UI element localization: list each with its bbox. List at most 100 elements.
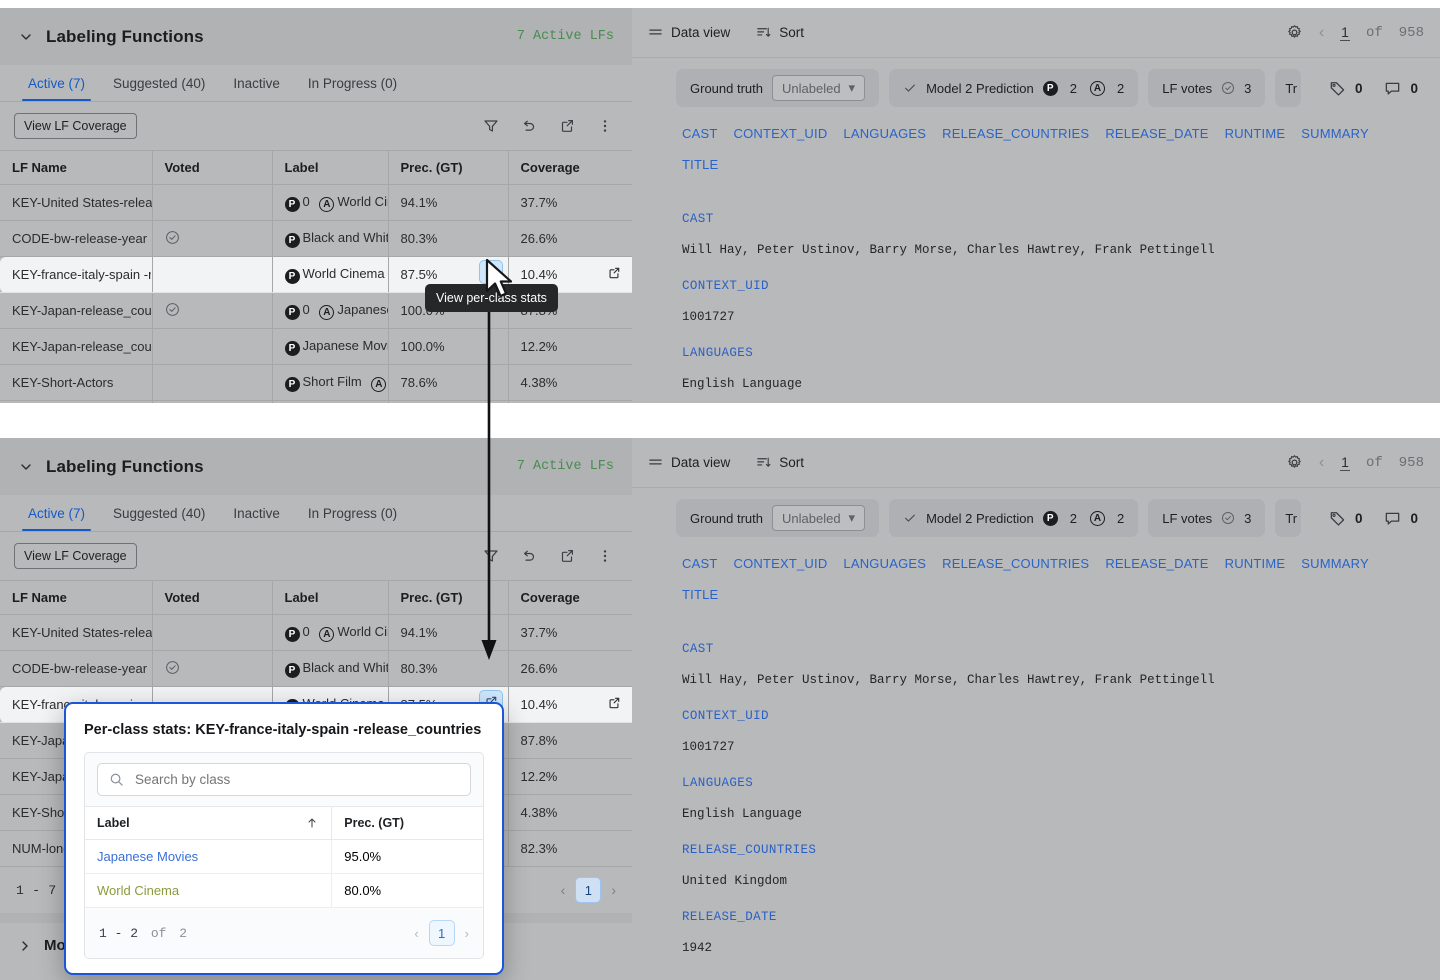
truncated-chip[interactable]: Tr [1275,69,1302,107]
field-tab-release-date[interactable]: RELEASE_DATE [1105,126,1208,141]
field-tab-languages-2[interactable]: LANGUAGES [843,556,926,571]
field-tab-languages[interactable]: LANGUAGES [843,126,926,141]
field-tab-runtime[interactable]: RUNTIME [1225,126,1286,141]
popup-page-number-1[interactable]: 1 [428,920,455,946]
truncated-chip-2[interactable]: Tr [1275,499,1302,537]
search-by-class-field[interactable] [97,763,471,796]
popup-col-prec[interactable]: Prec. (GT) [331,806,483,840]
chevron-left-icon[interactable]: ‹ [561,882,566,898]
view-lf-coverage-button-2[interactable]: View LF Coverage [14,543,137,569]
table-row[interactable]: KEY-Short-Actors PShort Film A 78.6% 4.3… [0,364,632,401]
page-current-2[interactable]: 1 [1340,454,1350,471]
ground-truth-select-2[interactable]: Unlabeled ▾ [772,505,866,531]
tag-stat-2[interactable]: 0 [1329,510,1362,527]
field-value-context-uid-2: 1001727 [682,740,735,754]
tab-inactive[interactable]: Inactive [219,76,294,101]
view-lf-coverage-button[interactable]: View LF Coverage [14,113,137,139]
field-tab-cast-2[interactable]: CAST [682,556,717,571]
comment-stat-2[interactable]: 0 [1384,510,1418,527]
field-tab-release-countries-2[interactable]: RELEASE_COUNTRIES [942,556,1089,571]
col-label[interactable]: Label [272,580,389,615]
field-tab-title-2[interactable]: TITLE [682,587,718,602]
lf-votes-chip[interactable]: LF votes 3 [1148,69,1266,107]
tab-in-progress[interactable]: In Progress (0) [294,76,411,101]
table-row[interactable]: KEY-Japan-release_coun PJapanese Movie 1… [0,328,632,365]
popup-col-label[interactable]: Label [85,806,333,840]
page-current[interactable]: 1 [1340,24,1350,41]
field-tab-cast[interactable]: CAST [682,126,717,141]
chevron-down-icon[interactable] [18,459,34,475]
ground-truth-select[interactable]: Unlabeled ▾ [772,75,866,101]
search-input[interactable] [133,771,459,788]
model-prediction-chip[interactable]: Model 2 Prediction P 2 A 2 [889,69,1139,107]
col-coverage[interactable]: Coverage [508,580,632,615]
list-item[interactable]: Japanese Movies 95.0% [85,839,483,874]
field-tab-title[interactable]: TITLE [682,157,718,172]
chevron-right-icon[interactable]: › [611,882,616,898]
col-coverage[interactable]: Coverage [508,150,632,185]
lf-votes-chip-2[interactable]: LF votes 3 [1148,499,1266,537]
col-lf-name[interactable]: LF Name [0,580,153,615]
col-lf-name[interactable]: LF Name [0,150,153,185]
table-row[interactable]: NUM-long-runtime P0 AShort Fil 88.1% 82.… [0,400,632,403]
undo-icon[interactable] [520,547,538,565]
more-vertical-icon[interactable] [596,117,614,135]
tab-suggested-2[interactable]: Suggested (40) [99,506,219,531]
filter-icon[interactable] [482,117,500,135]
field-tab-runtime-2[interactable]: RUNTIME [1225,556,1286,571]
field-tab-release-date-2[interactable]: RELEASE_DATE [1105,556,1208,571]
tab-inactive-2[interactable]: Inactive [219,506,294,531]
table-row[interactable]: KEY-United States-releas P0 A World Cir 9… [0,184,632,221]
field-tab-context-uid[interactable]: CONTEXT_UID [733,126,827,141]
model-prediction-chip-2[interactable]: Model 2 Prediction P 2 A 2 [889,499,1139,537]
table-row[interactable]: CODE-bw-release-year P Black and White 80… [0,220,632,257]
col-prec[interactable]: Prec. (GT) [388,150,509,185]
ground-truth-label: Ground truth [690,80,763,96]
ground-truth-chip-2: Ground truth Unlabeled ▾ [676,499,880,537]
export-icon[interactable] [558,547,576,565]
table-row[interactable]: CODE-bw-release-year P Black and White 80… [0,650,632,687]
tab-in-progress-2[interactable]: In Progress (0) [294,506,411,531]
open-external-icon[interactable] [607,696,622,711]
p-badge: P [284,663,300,678]
export-icon[interactable] [558,117,576,135]
chevron-left-icon[interactable]: ‹ [414,926,418,941]
field-tab-release-countries[interactable]: RELEASE_COUNTRIES [942,126,1089,141]
page-number-1[interactable]: 1 [575,877,602,903]
open-external-icon[interactable] [607,266,622,281]
check-circle-icon [165,302,180,317]
tab-active-2[interactable]: Active (7) [14,506,99,531]
list-item[interactable]: World Cinema 80.0% [85,873,483,908]
chevron-left-icon[interactable]: ‹ [1319,454,1324,472]
ground-truth-value: Unlabeled [782,80,841,96]
arrow-up-icon[interactable] [305,816,319,830]
active-lf-count: 7 Active LFs [516,29,614,44]
field-tab-summary[interactable]: SUMMARY [1301,126,1369,141]
gear-icon[interactable] [1286,24,1303,41]
col-voted[interactable]: Voted [152,580,273,615]
tag-stat[interactable]: 0 [1329,80,1363,97]
tab-active[interactable]: Active (7) [14,76,99,101]
col-label[interactable]: Label [272,150,389,185]
sort-button[interactable]: Sort [756,25,804,40]
comment-stat[interactable]: 0 [1384,80,1418,97]
sort-button-2[interactable]: Sort [756,455,804,470]
chevron-left-icon[interactable]: ‹ [1319,24,1324,42]
tag-count: 0 [1354,80,1363,96]
check-circle-icon [1221,81,1235,95]
more-vertical-icon[interactable] [596,547,614,565]
chevron-right-icon[interactable]: › [465,926,469,941]
table-row[interactable]: KEY-United States-releas P0 A World Cir 9… [0,614,632,651]
active-lf-count-2: 7 Active LFs [516,459,614,474]
col-voted[interactable]: Voted [152,150,273,185]
view-per-class-stats-button[interactable] [478,260,503,284]
gear-icon[interactable] [1286,454,1303,471]
data-view-button[interactable]: Data view [648,25,730,40]
data-view-button-2[interactable]: Data view [648,455,730,470]
field-tab-context-uid-2[interactable]: CONTEXT_UID [733,556,827,571]
chevron-down-icon[interactable] [18,29,34,45]
popup-cell-prec: 80.0% [331,873,483,908]
undo-icon[interactable] [520,117,538,135]
tab-suggested[interactable]: Suggested (40) [99,76,219,101]
field-tab-summary-2[interactable]: SUMMARY [1301,556,1369,571]
